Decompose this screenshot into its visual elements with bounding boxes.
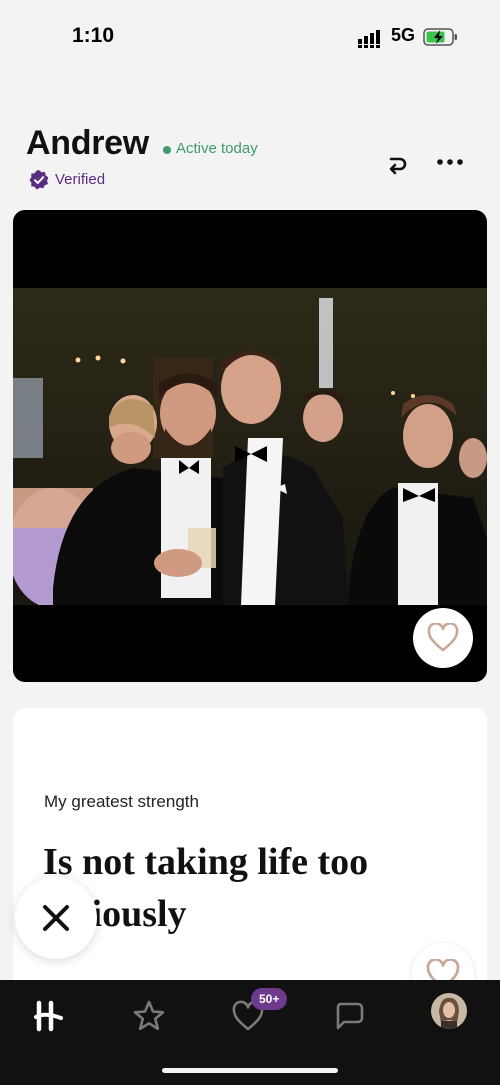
heart-icon <box>427 623 459 652</box>
avatar[interactable] <box>431 993 467 1029</box>
verified-label: Verified <box>55 171 106 188</box>
undo-icon <box>389 157 407 175</box>
nav-matches[interactable] <box>325 992 373 1040</box>
verified-icon <box>29 170 49 190</box>
star-icon <box>133 1000 165 1031</box>
network-type: 5G <box>391 25 416 45</box>
close-icon <box>43 905 69 931</box>
status-time: 1:10 <box>72 24 115 47</box>
signal-icon <box>358 30 380 48</box>
status-bar: 1:10 5G <box>0 0 500 70</box>
nav-standouts[interactable] <box>125 992 173 1040</box>
battery-icon <box>423 28 457 46</box>
prompt-answer: Is not taking life too seriously <box>43 841 369 935</box>
active-status-text: Active today <box>176 140 258 157</box>
bottom-nav: 50+ <box>0 980 500 1085</box>
profile-name: Andrew <box>26 124 149 162</box>
like-photo-button[interactable] <box>413 608 473 668</box>
likes-count-badge: 50+ <box>251 988 288 1010</box>
hinge-logo-icon <box>34 1000 63 1032</box>
more-icon <box>437 159 463 165</box>
chat-icon <box>336 1002 364 1030</box>
undo-button[interactable] <box>381 148 413 180</box>
more-options-button[interactable] <box>434 150 466 174</box>
home-indicator <box>162 1068 338 1073</box>
active-status-dot <box>163 146 171 154</box>
skip-button[interactable] <box>15 877 97 959</box>
prompt-question: My greatest strength <box>44 792 199 811</box>
nav-home[interactable] <box>25 992 73 1040</box>
profile-photo <box>13 288 487 605</box>
profile-photo-card[interactable] <box>13 210 487 682</box>
